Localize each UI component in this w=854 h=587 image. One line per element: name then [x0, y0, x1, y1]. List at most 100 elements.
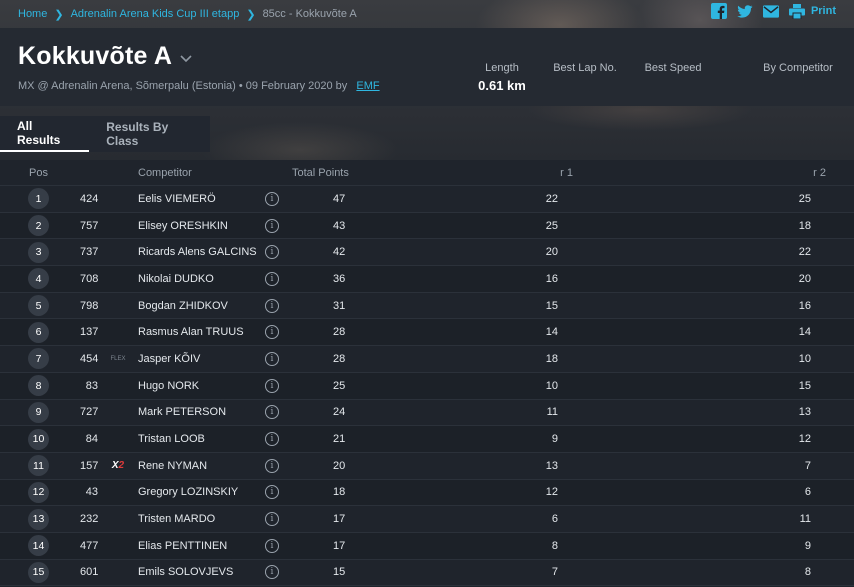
- race-number: 727: [80, 406, 99, 419]
- race-number: 83: [85, 379, 98, 392]
- competitor-name[interactable]: Elisey ORESHKIN: [138, 220, 265, 232]
- table-row[interactable]: 1 424 Eelis VIEMERÖ i 47 22 25: [0, 186, 854, 213]
- race1-points: 7: [551, 566, 558, 579]
- event-details: MX @ Adrenalin Arena, Sõmerpalu (Estonia…: [18, 80, 348, 92]
- info-icon[interactable]: i: [265, 298, 279, 313]
- race2-points: 18: [798, 219, 811, 232]
- info-icon[interactable]: i: [265, 218, 279, 233]
- total-points: 47: [333, 192, 346, 205]
- x2-badge: X2: [111, 460, 125, 472]
- info-icon[interactable]: i: [265, 351, 279, 366]
- header-r2[interactable]: r 2: [573, 167, 826, 179]
- position-badge: 1: [28, 188, 49, 210]
- email-icon[interactable]: [762, 3, 779, 19]
- info-icon[interactable]: i: [265, 485, 279, 500]
- race2-points: 8: [804, 566, 811, 579]
- race1-points: 14: [545, 326, 558, 339]
- table-row[interactable]: 10 84 Tristan LOOB i 21 9 12: [0, 426, 854, 453]
- info-icon[interactable]: i: [265, 191, 279, 206]
- race1-points: 10: [545, 379, 558, 392]
- share-bar: Print: [710, 3, 836, 19]
- print-button[interactable]: Print: [811, 5, 836, 17]
- race2-points: 10: [798, 352, 811, 365]
- twitter-icon[interactable]: [737, 3, 753, 19]
- total-points: 17: [333, 539, 346, 552]
- pos-cell: 12: [0, 481, 80, 503]
- table-row[interactable]: 2 757 Elisey ORESHKIN i 43 25 18: [0, 212, 854, 240]
- breadcrumb-home[interactable]: Home: [18, 8, 47, 20]
- race1-points: 8: [551, 539, 558, 552]
- race-number: 477: [80, 539, 99, 552]
- flex-badge: FLEX: [110, 355, 126, 362]
- table-row[interactable]: 14 477 Elias PENTTINEN i 17 8 9: [0, 532, 854, 560]
- info-cell: i: [265, 271, 333, 286]
- competitor-name[interactable]: Ricards Alens GALCINS: [138, 246, 265, 258]
- competitor-name[interactable]: Jasper KÕIV: [138, 353, 265, 365]
- header-r1[interactable]: r 1: [372, 167, 573, 179]
- competitor-name[interactable]: Rene NYMAN: [138, 460, 265, 472]
- page-title: Kokkuvõte A: [18, 42, 173, 70]
- position-badge: 12: [28, 481, 49, 503]
- table-row[interactable]: 3 737 Ricards Alens GALCINS i 42 20 22: [0, 239, 854, 267]
- total-points: 17: [333, 513, 346, 526]
- table-row[interactable]: 12 43 Gregory LOZINSKIY i 18 12 6: [0, 479, 854, 507]
- table-row[interactable]: 8 83 Hugo NORK i 25 10 15: [0, 372, 854, 400]
- total-points: 20: [333, 459, 346, 472]
- total-points: 42: [333, 246, 346, 259]
- table-row[interactable]: 13 232 Tristen MARDO i 17 6 11: [0, 506, 854, 533]
- competitor-name[interactable]: Tristen MARDO: [138, 513, 265, 525]
- competitor-name[interactable]: Bogdan ZHIDKOV: [138, 300, 265, 312]
- info-icon[interactable]: i: [265, 512, 279, 527]
- info-icon[interactable]: i: [265, 538, 279, 553]
- competitor-name[interactable]: Emils SOLOVJEVS: [138, 566, 265, 578]
- info-icon[interactable]: i: [265, 271, 279, 286]
- table-row[interactable]: 6 137 Rasmus Alan TRUUS i 28 14 14: [0, 319, 854, 347]
- best-lap-stat: Best Lap No.: [550, 62, 620, 74]
- info-icon[interactable]: i: [265, 565, 279, 580]
- competitor-name[interactable]: Gregory LOZINSKIY: [138, 486, 265, 498]
- header-total-points[interactable]: Total Points: [292, 167, 372, 179]
- table-row[interactable]: 9 727 Mark PETERSON i 24 11 13: [0, 399, 854, 427]
- info-cell: i: [265, 191, 333, 206]
- header-competitor[interactable]: Competitor: [138, 167, 265, 179]
- info-cell: i: [265, 512, 333, 527]
- organizer-link[interactable]: EMF: [356, 80, 379, 92]
- tab-all-results[interactable]: All Results: [0, 116, 90, 152]
- competitor-name[interactable]: Elias PENTTINEN: [138, 540, 265, 552]
- info-icon[interactable]: i: [265, 325, 279, 340]
- competitor-name[interactable]: Nikolai DUDKO: [138, 273, 265, 285]
- table-row[interactable]: 7 454 FLEX Jasper KÕIV i 28 18 10: [0, 346, 854, 373]
- competitor-name[interactable]: Hugo NORK: [138, 380, 265, 392]
- position-badge: 15: [28, 561, 49, 583]
- competitor-name[interactable]: Eelis VIEMERÖ: [138, 193, 265, 205]
- position-badge: 9: [28, 401, 49, 423]
- breadcrumb-event[interactable]: Adrenalin Arena Kids Cup III etapp: [71, 8, 240, 20]
- facebook-icon[interactable]: [710, 3, 727, 19]
- results-table: Pos Competitor Total Points r 1 r 2 1 424…: [0, 160, 854, 587]
- table-row[interactable]: 11 157 X2 Rene NYMAN i 20 13 7: [0, 452, 854, 480]
- position-badge: 4: [28, 268, 49, 290]
- position-badge: 7: [28, 348, 49, 370]
- race2-points: 20: [798, 272, 811, 285]
- total-points: 24: [333, 406, 346, 419]
- info-icon[interactable]: i: [265, 378, 279, 393]
- table-row[interactable]: 4 708 Nikolai DUDKO i 36 16 20: [0, 266, 854, 293]
- competitor-name[interactable]: Mark PETERSON: [138, 406, 265, 418]
- chevron-down-icon[interactable]: [180, 50, 192, 68]
- table-row[interactable]: 15 601 Emils SOLOVJEVS i 15 7 8: [0, 559, 854, 587]
- table-row[interactable]: 5 798 Bogdan ZHIDKOV i 31 15 16: [0, 292, 854, 320]
- print-icon[interactable]: [788, 3, 805, 19]
- tab-results-by-class[interactable]: Results By Class: [89, 116, 210, 152]
- header-pos[interactable]: Pos: [0, 167, 80, 179]
- competitor-name[interactable]: Rasmus Alan TRUUS: [138, 326, 265, 338]
- info-icon[interactable]: i: [265, 245, 279, 260]
- info-icon[interactable]: i: [265, 432, 279, 447]
- competitor-name[interactable]: Tristan LOOB: [138, 433, 265, 445]
- info-icon[interactable]: i: [265, 405, 279, 420]
- chevron-right-icon: ❯: [246, 8, 256, 21]
- by-competitor-label[interactable]: By Competitor: [763, 62, 833, 74]
- race2-points: 15: [798, 379, 811, 392]
- total-points: 43: [333, 219, 346, 232]
- table-header: Pos Competitor Total Points r 1 r 2: [0, 160, 854, 186]
- info-icon[interactable]: i: [265, 458, 279, 473]
